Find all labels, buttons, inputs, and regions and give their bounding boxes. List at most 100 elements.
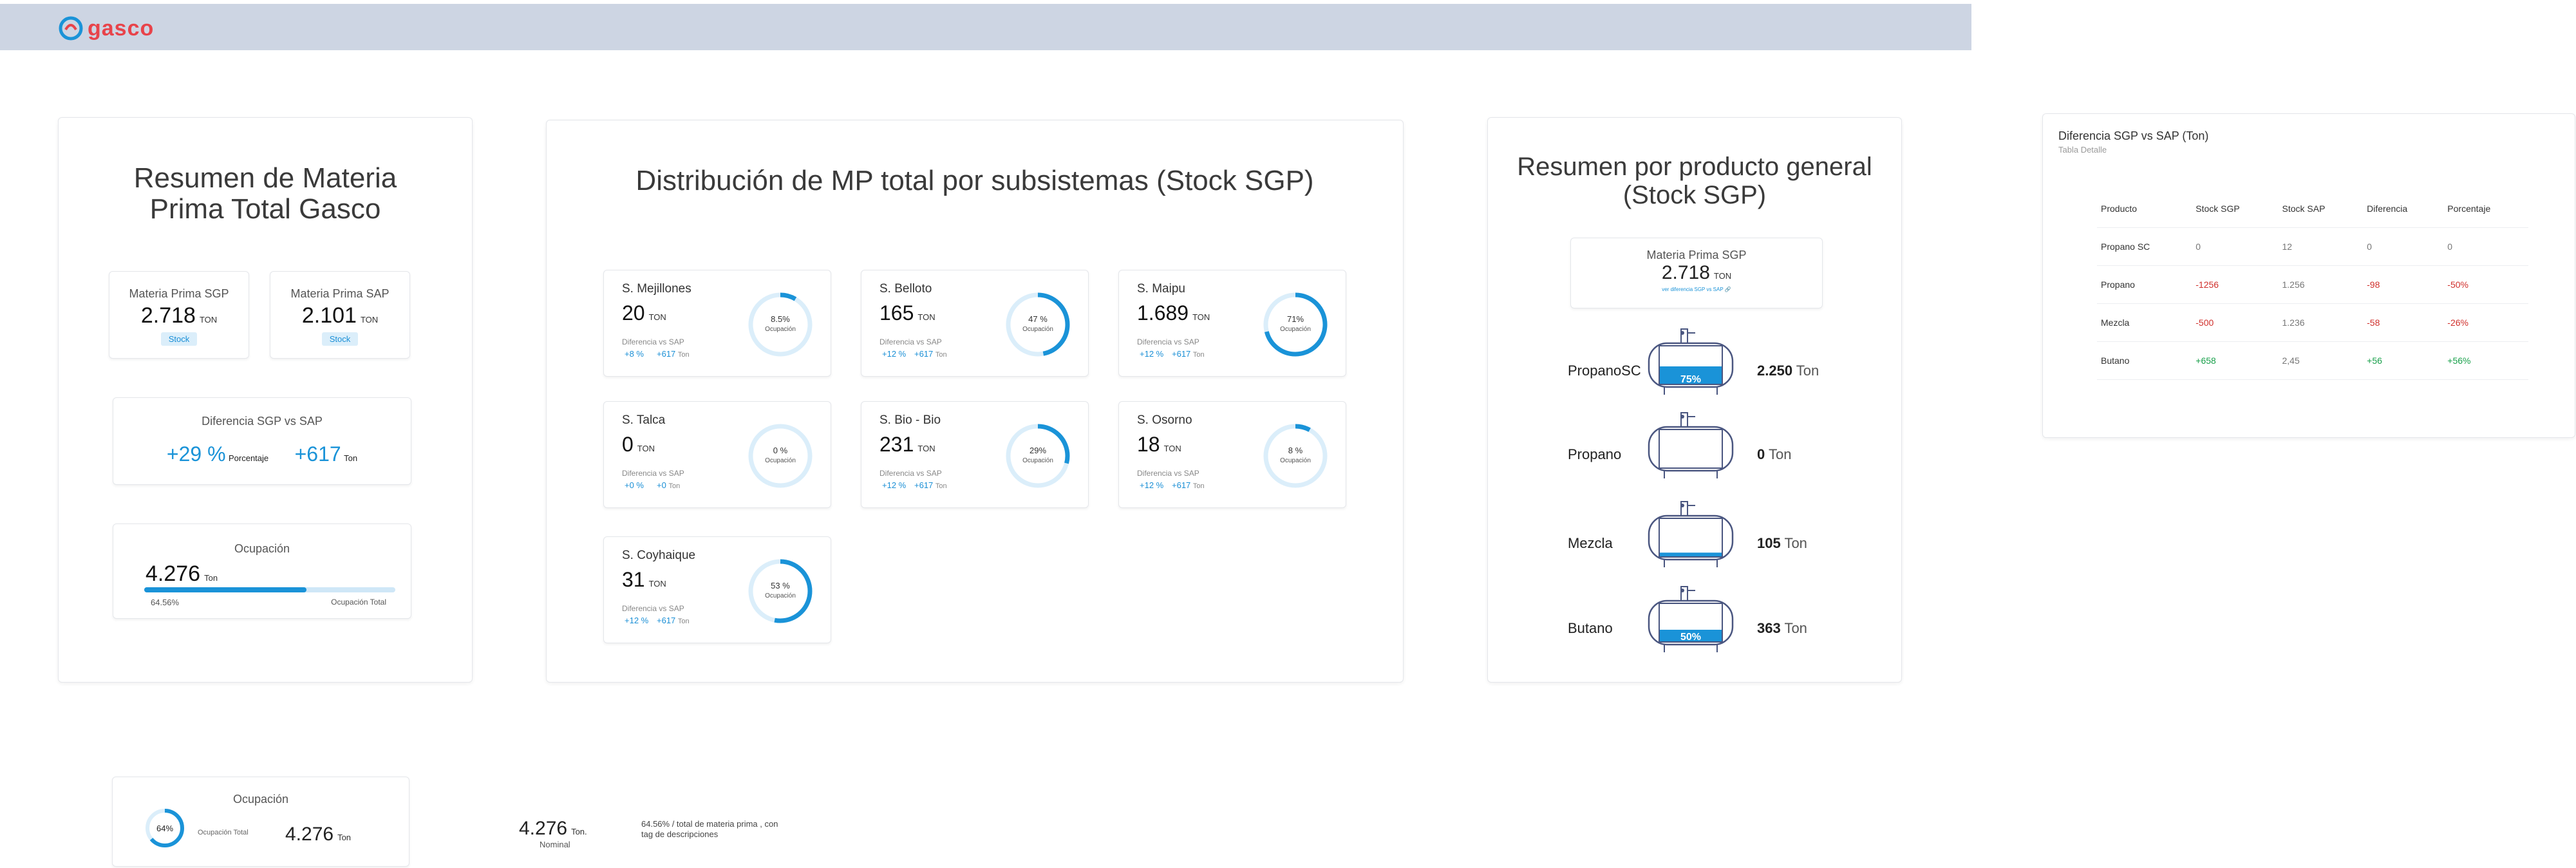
nominal-label: Nominal [540, 840, 570, 849]
tank-fill-pct: 0 % [1685, 458, 1697, 465]
mp-sgp-producto-card: Materia Prima SGP 2.718 TON ver diferenci… [1570, 238, 1823, 308]
table-header-cell[interactable]: Porcentaje [2443, 190, 2528, 228]
table-cell: +56% [2443, 341, 2528, 380]
subsistema-value: 1.689 TON [1137, 301, 1210, 325]
table-cell: -500 [2192, 303, 2279, 342]
table-cell: 0 [2363, 227, 2444, 266]
top-bar [0, 4, 1971, 50]
producto-panel: Resumen por producto general (Stock SGP)… [1487, 117, 1902, 683]
ver-diferencia-link-text: ver diferencia SGP vs SAP [1662, 287, 1724, 292]
subsistema-card[interactable]: S. Maipu 1.689 TON Diferencia vs SAP +12 % +6… [1118, 270, 1346, 377]
tabla-panel: Diferencia SGP vs SAP (Ton) Tabla Detall… [2042, 113, 2575, 438]
table-header-cell[interactable]: Diferencia [2363, 190, 2444, 228]
table-cell: Butano [2097, 341, 2192, 380]
ocupacion-ring-text: 53 % Ocupación [765, 581, 796, 599]
table-header-cell[interactable]: Stock SGP [2192, 190, 2279, 228]
gasco-logo[interactable]: gasco [58, 15, 154, 41]
mp-sap-card: Materia Prima SAP 2.101 TON Stock [270, 271, 410, 359]
diferencia-vs-sap-label: Diferencia vs SAP [1137, 337, 1199, 346]
diferencia-ton: +617 Ton [657, 616, 690, 625]
diferencia-ton: +617 Ton [914, 480, 947, 490]
diferencia-ton: +617 Ton [1172, 349, 1205, 359]
ocupacion-mini-card: Ocupación 64% Ocupación Total 4.276 Ton [112, 777, 409, 867]
mp-value: 2.718 [1661, 262, 1710, 283]
table-cell: Mezcla [2097, 303, 2192, 342]
tank-product-name: Butano [1568, 620, 1613, 636]
stock-badge: Stock [160, 332, 198, 346]
table-header-cell[interactable]: Producto [2097, 190, 2192, 228]
subsistema-card[interactable]: S. Mejillones 20 TON Diferencia vs SAP +8 % +… [603, 270, 831, 377]
mp-unit: TON [1713, 271, 1732, 281]
table-cell: -98 [2363, 265, 2444, 304]
mp-label: Materia Prima SGP [1646, 249, 1747, 261]
ocupacion-ring-text: 29% Ocupación [1022, 446, 1053, 464]
distribucion-title: Distribución de MP total por subsistemas… [635, 165, 1314, 196]
subsistema-value: 31 TON [622, 568, 666, 591]
ocupacion-total-label: Ocupación Total [331, 598, 386, 607]
ocupacion-progress-bar [144, 587, 395, 592]
diferencia-label: Diferencia SGP vs SAP [202, 415, 323, 428]
ocupacion-mini-unit: Ton [337, 833, 352, 842]
mp-sap-unit: TON [360, 315, 379, 325]
diferencia-ton: +0 Ton [657, 480, 681, 490]
tank-value: 2.250 Ton [1757, 363, 1819, 379]
subsistema-name: S. Maipu [1137, 282, 1185, 296]
link-icon: 🔗 [1724, 287, 1731, 292]
diferencia-pct: +29 % [166, 442, 226, 466]
table-cell: -50% [2443, 265, 2528, 304]
ocupacion-ring-text: 0 % Ocupación [765, 446, 796, 464]
ocupacion-ring-text: 8 % Ocupación [1280, 446, 1311, 464]
subsistema-card[interactable]: S. Bio - Bio 231 TON Diferencia vs SAP +12 %… [861, 401, 1089, 508]
mp-sgp-card: Materia Prima SGP 2.718 TON Stock [109, 271, 249, 359]
table-cell: Propano [2097, 265, 2192, 304]
ocupacion-mini-total: Ocupación Total [198, 829, 249, 836]
diferencia-ton: +617 Ton [914, 349, 947, 359]
logo-text: gasco [88, 15, 155, 41]
table-row: Butano +658 2,45 +56 +56% [2097, 341, 2528, 380]
diferencia-vs-sap-label: Diferencia vs SAP [1137, 469, 1199, 478]
subsistema-value: 231 TON [879, 433, 935, 456]
tank-product-name: Mezcla [1568, 535, 1613, 551]
subsistema-name: S. Bio - Bio [879, 413, 941, 427]
table-header-row: Producto Stock SGP Stock SAP Diferencia Porc… [2097, 190, 2528, 228]
diferencia-vs-sap-label: Diferencia vs SAP [879, 337, 942, 346]
subsistema-card[interactable]: S. Osorno 18 TON Diferencia vs SAP +12 % +617… [1118, 401, 1346, 508]
table-cell: +658 [2192, 341, 2279, 380]
tank-icon [1648, 501, 1734, 567]
diferencia-vs-sap-label: Diferencia vs SAP [879, 469, 942, 478]
tank-icon [1648, 586, 1734, 652]
diferencia-ton-label: Ton [344, 453, 358, 463]
tank-icon [1648, 412, 1734, 478]
tank-icon [1648, 328, 1734, 395]
ocupacion-card: Ocupación 4.276 Ton 64.56% Ocupación Tota… [113, 524, 411, 619]
tabla-subtitle: Tabla Detalle [2058, 145, 2107, 155]
nominal-description: 64.56% / total de materia prima , con ta… [641, 819, 778, 839]
ocupacion-label: Ocupación [234, 542, 290, 555]
tank-fill-pct: 16% [1684, 547, 1697, 554]
mp-sgp-unit: TON [199, 315, 218, 325]
nominal-unit: Ton [571, 827, 585, 836]
distribucion-panel: Distribución de MP total por subsistemas… [546, 120, 1404, 683]
table-cell: 2,45 [2278, 341, 2364, 380]
subsistema-name: S. Mejillones [622, 282, 691, 296]
subsistema-card[interactable]: S. Talca 0 TON Diferencia vs SAP +0 % +0 Ton 0… [603, 401, 831, 508]
subsistema-value: 20 TON [622, 301, 666, 325]
table-row: Mezcla -500 1.236 -58 -26% [2097, 303, 2528, 342]
tank-value: 105 Ton [1757, 535, 1807, 551]
ocupacion-ring-text: 71% Ocupación [1280, 314, 1311, 333]
subsistema-value: 165 TON [879, 301, 935, 325]
table-header-cell[interactable]: Stock SAP [2278, 190, 2364, 228]
ocupacion-ring-text: 47 % Ocupación [1022, 314, 1053, 333]
ver-diferencia-link[interactable]: ver diferencia SGP vs SAP 🔗 [1571, 287, 1822, 292]
ocupacion-unit: Ton [204, 573, 218, 583]
resumen-panel: Resumen de Materia Prima Total Gasco Mat… [58, 117, 473, 683]
subsistema-card[interactable]: S. Coyhaique 31 TON Diferencia vs SAP +12 % +… [603, 536, 831, 643]
table-cell: 1.256 [2278, 265, 2364, 304]
resumen-title: Resumen de Materia Prima Total Gasco [133, 162, 397, 225]
diferencia-pct: +12 % [1140, 349, 1164, 359]
gasco-logo-icon [59, 16, 83, 41]
diferencia-pct: +12 % [1140, 480, 1164, 490]
nominal-block: 4.276 Ton. Nominal [519, 818, 587, 849]
diferencia-ton: +617 Ton [657, 349, 690, 359]
subsistema-card[interactable]: S. Belloto 165 TON Diferencia vs SAP +12 % +6… [861, 270, 1089, 377]
